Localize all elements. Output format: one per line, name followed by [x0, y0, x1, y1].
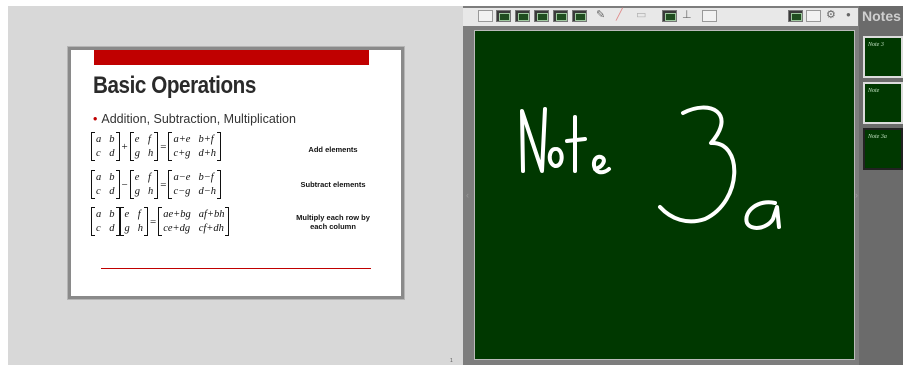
- page-indicator: 1: [450, 358, 453, 364]
- image-icon[interactable]: [702, 10, 717, 22]
- folder-icon[interactable]: [478, 10, 493, 22]
- equation-label: Subtract elements: [300, 180, 366, 189]
- matrix: efgh: [129, 170, 159, 199]
- equation-label: Add elements: [308, 145, 358, 154]
- app: Basic Operations • Addition, Subtraction,…: [0, 0, 903, 365]
- slide-icon[interactable]: [496, 10, 511, 22]
- note-thumbnail[interactable]: Note: [863, 82, 903, 124]
- equation-math: abcd efgh = ae+bg af+bh ce+dg cf+dh: [91, 207, 230, 236]
- stroke-o: [547, 147, 564, 168]
- slide-frame[interactable]: Basic Operations • Addition, Subtraction,…: [68, 47, 404, 299]
- equation-math: abcd + efgh = a+e b+f c+g d+h: [91, 132, 222, 161]
- note-thumbnail-selected[interactable]: Note 3a: [863, 128, 903, 170]
- pen-icon[interactable]: ✎: [596, 8, 605, 22]
- equals-sign: =: [150, 215, 157, 228]
- slide-icon[interactable]: [553, 10, 568, 22]
- equals-sign: =: [160, 178, 167, 191]
- thumbnail-label: Note 3: [868, 42, 884, 48]
- stroke-3: [658, 105, 737, 224]
- thumbnail-label: Note 3a: [868, 134, 887, 140]
- chevron-right-icon[interactable]: ›: [855, 190, 858, 200]
- equation-row-subtract: abcd − efgh = a−e b−f c−g d−h: [91, 170, 222, 199]
- slide-footer-line: [101, 268, 371, 269]
- thumbnail-label: Note: [868, 88, 880, 94]
- equation-row-add: abcd + efgh = a+e b+f c+g d+h: [91, 132, 222, 161]
- slide: Basic Operations • Addition, Subtraction,…: [71, 50, 401, 296]
- matrix: efgh: [129, 132, 159, 161]
- bullet-dot: •: [93, 112, 98, 126]
- stroke-t: [565, 115, 587, 173]
- notes-header: Notes: [862, 8, 901, 24]
- equation-math: abcd − efgh = a−e b−f c−g d−h: [91, 170, 222, 199]
- stroke-e: [592, 154, 611, 175]
- slide-icon[interactable]: [534, 10, 549, 22]
- stroke-N: [520, 107, 547, 173]
- handwriting-strokes: [520, 105, 781, 230]
- result-matrix: a+e b+f c+g d+h: [168, 132, 222, 161]
- close-icon[interactable]: ●: [846, 8, 851, 22]
- slide-icon[interactable]: [572, 10, 587, 22]
- matrix: abcd: [91, 132, 120, 161]
- slide-bullet: • Addition, Subtraction, Multiplication: [93, 112, 296, 126]
- equals-sign: =: [160, 140, 167, 153]
- chevron-left-icon[interactable]: ‹: [466, 190, 469, 200]
- highlighter-icon[interactable]: ╱: [616, 8, 623, 22]
- result-matrix: ae+bg af+bh ce+dg cf+dh: [158, 207, 230, 236]
- equation-label: Multiply each row by each column: [296, 213, 370, 231]
- whiteboard-canvas[interactable]: [474, 30, 855, 360]
- slide-title: Basic Operations: [93, 72, 256, 99]
- grid-icon[interactable]: [806, 10, 821, 22]
- slide-accent-bar: [94, 50, 369, 65]
- stand-icon[interactable]: ⊥: [682, 8, 692, 22]
- result-matrix: a−e b−f c−g d−h: [168, 170, 222, 199]
- operator: +: [121, 140, 128, 153]
- equation-row-multiply: abcd efgh = ae+bg af+bh ce+dg cf+dh: [91, 207, 230, 236]
- stroke-a: [744, 200, 781, 230]
- note-thumbnail[interactable]: Note 3: [863, 36, 903, 78]
- bullet-text: Addition, Subtraction, Multiplication: [101, 112, 296, 126]
- slide-icon[interactable]: [515, 10, 530, 22]
- matrix: abcd: [91, 170, 120, 199]
- matrix: abcd: [91, 207, 120, 236]
- board-icon[interactable]: [788, 10, 803, 22]
- settings-icon[interactable]: ⚙: [826, 8, 836, 22]
- matrix: efgh: [119, 207, 148, 236]
- operator: −: [121, 178, 128, 191]
- eraser-icon[interactable]: ▭: [636, 8, 646, 22]
- board-icon[interactable]: [662, 10, 677, 22]
